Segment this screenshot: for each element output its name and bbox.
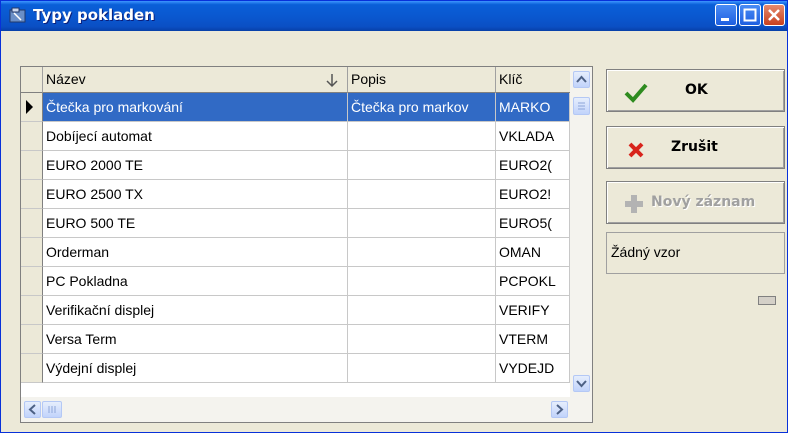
cell-klic[interactable]: PCPOKL (496, 267, 570, 296)
table-row[interactable]: Versa Term VTERM (21, 325, 570, 354)
cell-nazev[interactable]: Versa Term (43, 325, 348, 354)
table-row[interactable]: EURO 2000 TE EURO2( (21, 151, 570, 180)
close-button[interactable] (763, 4, 785, 26)
ok-button[interactable]: OK (606, 69, 785, 112)
minimize-button[interactable] (715, 4, 737, 26)
cell-nazev[interactable]: Orderman (43, 238, 348, 267)
cell-popis[interactable] (348, 296, 496, 325)
cell-nazev[interactable]: PC Pokladna (43, 267, 348, 296)
table-row[interactable]: Čtečka pro markování Čtečka pro markov MAR… (21, 93, 570, 122)
scroll-left-button[interactable] (24, 401, 41, 418)
scroll-up-button[interactable] (573, 71, 590, 88)
table-row[interactable]: Výdejní displej VYDEJD (21, 354, 570, 383)
template-field[interactable]: Žádný vzor (606, 232, 785, 274)
grip-icon (48, 406, 56, 413)
chevron-up-icon (576, 75, 587, 83)
minimize-icon (721, 18, 729, 21)
cell-klic[interactable]: VYDEJD (496, 354, 570, 383)
cell-popis[interactable] (348, 325, 496, 354)
window-title: Typy pokladen (33, 6, 155, 24)
cell-nazev[interactable]: Výdejní displej (43, 354, 348, 383)
cell-nazev[interactable]: EURO 500 TE (43, 209, 348, 238)
column-header-label: Popis (351, 71, 387, 87)
scroll-right-button[interactable] (551, 401, 568, 418)
row-indicator[interactable] (21, 354, 43, 383)
cell-popis[interactable] (348, 180, 496, 209)
checkmark-icon (624, 83, 648, 103)
cell-klic[interactable]: EURO2! (496, 180, 570, 209)
cell-nazev[interactable]: Dobíjecí automat (43, 122, 348, 151)
row-indicator[interactable] (21, 180, 43, 209)
data-grid[interactable]: Název Popis Klíč Čtečka pro markování Čte… (20, 66, 593, 423)
header-corner (21, 67, 43, 93)
template-label: Žádný vzor (611, 244, 681, 260)
current-row-arrow-icon (26, 100, 33, 114)
chevron-right-icon (556, 404, 564, 415)
cancel-button[interactable]: Zrušit (606, 126, 785, 169)
button-panel: OK Zrušit Nový záznam Žádný vzor (606, 66, 788, 423)
column-header-nazev[interactable]: Název (43, 67, 348, 93)
vertical-scrollbar[interactable] (570, 67, 592, 397)
cell-popis[interactable] (348, 238, 496, 267)
column-header-label: Název (46, 71, 86, 87)
cell-klic[interactable]: EURO5( (496, 209, 570, 238)
horizontal-scroll-thumb[interactable] (42, 401, 62, 418)
table-row[interactable]: Verifikační displej VERIFY (21, 296, 570, 325)
cell-klic[interactable]: OMAN (496, 238, 570, 267)
table-row[interactable]: EURO 500 TE EURO5( (21, 209, 570, 238)
table-row[interactable]: PC Pokladna PCPOKL (21, 267, 570, 296)
close-icon (768, 9, 780, 21)
new-record-label: Nový záznam (651, 194, 756, 210)
maximize-button[interactable] (739, 4, 761, 26)
row-indicator[interactable] (21, 209, 43, 238)
column-header-label: Klíč (499, 71, 523, 87)
cell-klic[interactable]: VKLADA (496, 122, 570, 151)
table-row[interactable]: Orderman OMAN (21, 238, 570, 267)
row-indicator[interactable] (21, 325, 43, 354)
grip-icon (578, 102, 585, 110)
row-indicator[interactable] (21, 238, 43, 267)
row-indicator[interactable] (21, 267, 43, 296)
chevron-down-icon (576, 380, 587, 388)
cell-klic[interactable]: VERIFY (496, 296, 570, 325)
new-record-button[interactable]: Nový záznam (606, 181, 785, 224)
dialog-window: Typy pokladen Název Popis Klíč Čtečka pr… (0, 0, 788, 433)
indicator-icon (758, 296, 776, 305)
title-bar[interactable]: Typy pokladen (1, 1, 787, 31)
column-header-popis[interactable]: Popis (348, 67, 496, 93)
plus-icon (625, 195, 643, 213)
chevron-left-icon (28, 404, 36, 415)
cell-nazev[interactable]: EURO 2500 TX (43, 180, 348, 209)
cell-nazev[interactable]: Verifikační displej (43, 296, 348, 325)
column-header-klic[interactable]: Klíč (496, 67, 570, 93)
scroll-down-button[interactable] (573, 375, 590, 392)
row-indicator[interactable] (21, 296, 43, 325)
cell-popis[interactable] (348, 151, 496, 180)
ok-label: OK (685, 82, 708, 98)
scroll-thumb[interactable] (573, 97, 590, 115)
cancel-label: Zrušit (671, 139, 718, 155)
row-indicator[interactable] (21, 122, 43, 151)
cell-klic[interactable]: MARKO (496, 93, 570, 122)
cell-popis[interactable] (348, 209, 496, 238)
table-row[interactable]: EURO 2500 TX EURO2! (21, 180, 570, 209)
cell-klic[interactable]: EURO2( (496, 151, 570, 180)
maximize-icon (743, 8, 757, 22)
row-indicator[interactable] (21, 93, 43, 122)
close-x-icon (628, 142, 644, 158)
cell-popis[interactable] (348, 122, 496, 151)
cell-nazev[interactable]: EURO 2000 TE (43, 151, 348, 180)
sort-down-arrow-icon (326, 74, 338, 88)
table-row[interactable]: Dobíjecí automat VKLADA (21, 122, 570, 151)
cell-klic[interactable]: VTERM (496, 325, 570, 354)
row-indicator[interactable] (21, 151, 43, 180)
cell-popis[interactable] (348, 354, 496, 383)
folder-icon (9, 7, 26, 23)
cell-nazev[interactable]: Čtečka pro markování (43, 93, 348, 122)
cell-popis[interactable]: Čtečka pro markov (348, 93, 496, 122)
horizontal-scrollbar[interactable] (21, 397, 592, 422)
cell-popis[interactable] (348, 267, 496, 296)
